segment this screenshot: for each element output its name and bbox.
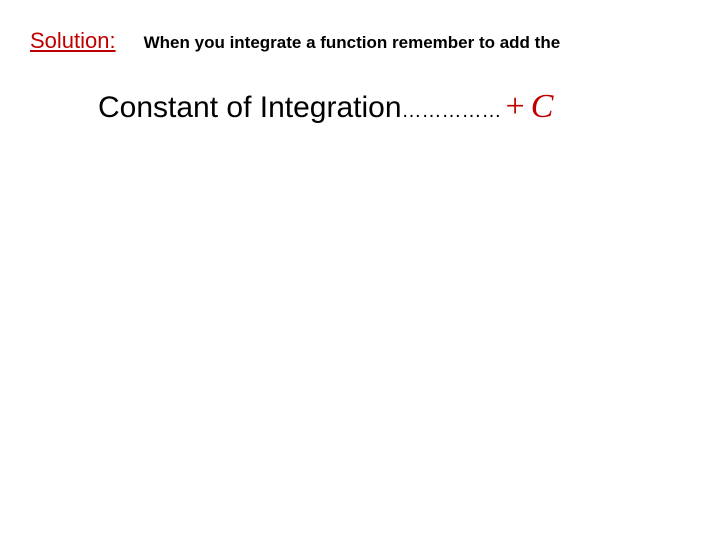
intro-text: When you integrate a function remember t… — [144, 33, 561, 53]
slide: Solution: When you integrate a function … — [0, 0, 720, 540]
solution-label: Solution: — [30, 28, 116, 54]
constant-of-integration-text: Constant of Integration — [98, 91, 402, 125]
line-1: Solution: When you integrate a function … — [30, 28, 690, 54]
plus-sign: + — [506, 88, 525, 125]
plus-c-expression: +C — [506, 88, 554, 126]
line-2: Constant of Integration …………… +C — [98, 88, 553, 126]
constant-c: C — [531, 88, 554, 125]
ellipsis-dots: …………… — [402, 100, 502, 123]
